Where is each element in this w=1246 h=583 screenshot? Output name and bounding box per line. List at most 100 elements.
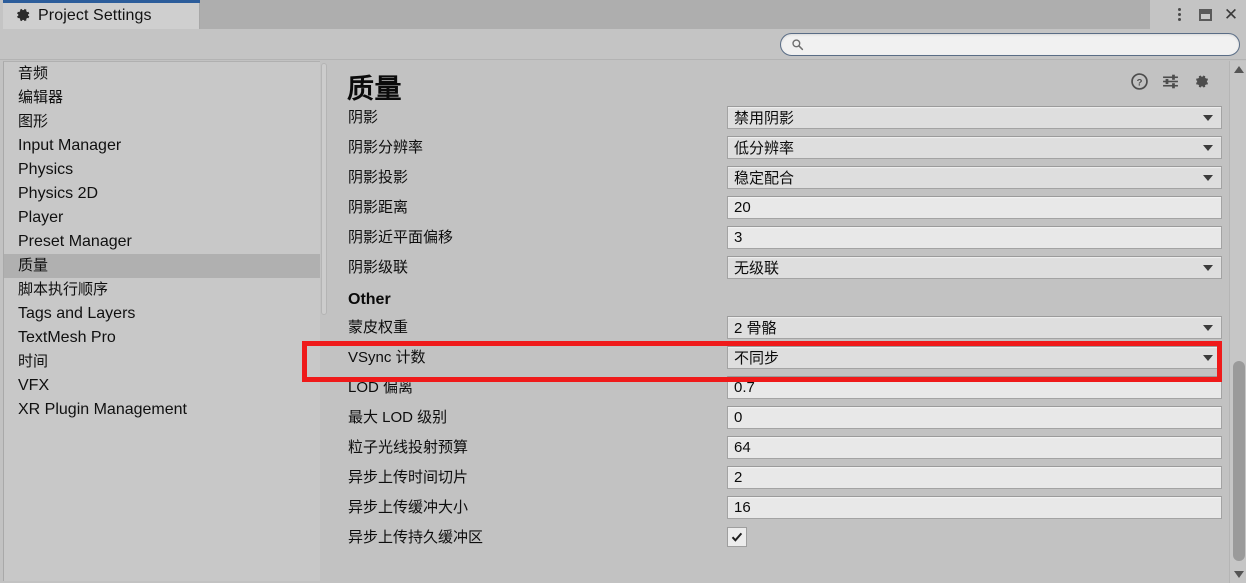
sidebar-scrollbar[interactable] bbox=[320, 61, 328, 581]
chevron-down-icon bbox=[1203, 144, 1213, 151]
content-scrollbar[interactable] bbox=[1229, 61, 1246, 583]
chevron-down-icon bbox=[1203, 264, 1213, 271]
row-skin-weights: 蒙皮权重 2 骨骼 bbox=[329, 313, 1246, 343]
gear-icon bbox=[17, 8, 30, 21]
sidebar-item-14[interactable]: XR Plugin Management bbox=[4, 398, 320, 422]
value-skin-weights: 2 骨骼 bbox=[734, 320, 777, 337]
row-async-upload-time-slice: 异步上传时间切片 2 bbox=[329, 463, 1246, 493]
row-async-upload-buffer-size: 异步上传缓冲大小 16 bbox=[329, 493, 1246, 523]
tab-active-accent bbox=[3, 0, 200, 3]
sidebar-item-0[interactable]: 音频 bbox=[4, 62, 320, 86]
row-lod-bias: LOD 偏离 0.7 bbox=[329, 373, 1246, 403]
label-particle-raycast-budget: 粒子光线投射预算 bbox=[348, 439, 469, 456]
sidebar-item-4[interactable]: Physics bbox=[4, 158, 320, 182]
field-skin-weights[interactable]: 2 骨骼 bbox=[727, 316, 1222, 339]
row-async-upload-persistent-buffer: 异步上传持久缓冲区 bbox=[329, 523, 1246, 553]
settings-gear-icon[interactable] bbox=[1193, 73, 1210, 90]
value-shadow-projection: 稳定配合 bbox=[734, 170, 795, 187]
search-box[interactable] bbox=[780, 33, 1240, 56]
chevron-down-icon bbox=[1203, 354, 1213, 361]
row-particle-raycast-budget: 粒子光线投射预算 64 bbox=[329, 433, 1246, 463]
chevron-down-icon bbox=[1203, 114, 1213, 121]
row-maximum-lod-level: 最大 LOD 级别 0 bbox=[329, 403, 1246, 433]
page-title: 质量 bbox=[347, 74, 402, 104]
field-shadow-cascades[interactable]: 无级联 bbox=[727, 256, 1222, 279]
value-async-upload-buffer-size: 16 bbox=[734, 499, 751, 516]
sidebar-scrollbar-thumb[interactable] bbox=[321, 63, 327, 315]
tab-label: Project Settings bbox=[38, 6, 152, 24]
row-shadow-distance: 阴影距离 20 bbox=[329, 193, 1246, 223]
checkbox-async-upload-persistent-buffer[interactable] bbox=[727, 527, 747, 547]
field-shadows[interactable]: 禁用阴影 bbox=[727, 106, 1222, 129]
field-shadow-distance[interactable]: 20 bbox=[727, 196, 1222, 219]
sidebar-item-2[interactable]: 图形 bbox=[4, 110, 320, 134]
value-vsync-count: 不同步 bbox=[734, 350, 780, 367]
field-shadow-resolution[interactable]: 低分辨率 bbox=[727, 136, 1222, 159]
content-scrollbar-thumb[interactable] bbox=[1233, 361, 1245, 561]
value-shadow-resolution: 低分辨率 bbox=[734, 140, 795, 157]
label-shadow-distance: 阴影距离 bbox=[348, 199, 409, 216]
label-shadow-projection: 阴影投影 bbox=[348, 169, 409, 186]
label-async-upload-buffer-size: 异步上传缓冲大小 bbox=[348, 499, 469, 516]
sidebar-item-10[interactable]: Tags and Layers bbox=[4, 302, 320, 326]
row-vsync-count: VSync 计数 不同步 bbox=[329, 343, 1246, 373]
settings-content: 质量 ? 阴影 禁用阴影 阴影分辨率 低分辨率 阴影投影 稳定配合 阴影距离 20 阴影近平面偏… bbox=[329, 61, 1246, 583]
restore-window-icon[interactable] bbox=[1192, 0, 1218, 29]
field-shadow-projection[interactable]: 稳定配合 bbox=[727, 166, 1222, 189]
settings-sidebar[interactable]: 音频 编辑器 图形 Input Manager Physics Physics 2D Pla… bbox=[3, 61, 320, 581]
field-vsync-count[interactable]: 不同步 bbox=[727, 346, 1222, 369]
label-async-upload-time-slice: 异步上传时间切片 bbox=[348, 469, 469, 486]
section-header-other-section: Other bbox=[348, 291, 391, 308]
help-icon[interactable]: ? bbox=[1131, 73, 1148, 90]
value-async-upload-time-slice: 2 bbox=[734, 469, 743, 486]
sidebar-item-1[interactable]: 编辑器 bbox=[4, 86, 320, 110]
content-header-icons: ? bbox=[1131, 73, 1210, 90]
row-shadows: 阴影 禁用阴影 bbox=[329, 103, 1246, 133]
field-async-upload-buffer-size[interactable]: 16 bbox=[727, 496, 1222, 519]
sidebar-item-8[interactable]: 质量 bbox=[4, 254, 320, 278]
value-lod-bias: 0.7 bbox=[734, 379, 755, 396]
label-shadow-cascades: 阴影级联 bbox=[348, 259, 409, 276]
sidebar-item-3[interactable]: Input Manager bbox=[4, 134, 320, 158]
sidebar-item-6[interactable]: Player bbox=[4, 206, 320, 230]
label-maximum-lod-level: 最大 LOD 级别 bbox=[348, 409, 448, 426]
row-shadow-near-plane-offset: 阴影近平面偏移 3 bbox=[329, 223, 1246, 253]
field-lod-bias[interactable]: 0.7 bbox=[727, 376, 1222, 399]
field-particle-raycast-budget[interactable]: 64 bbox=[727, 436, 1222, 459]
scroll-down-arrow-icon[interactable] bbox=[1230, 566, 1246, 583]
row-shadow-resolution: 阴影分辨率 低分辨率 bbox=[329, 133, 1246, 163]
chevron-down-icon bbox=[1203, 324, 1213, 331]
label-async-upload-persistent-buffer: 异步上传持久缓冲区 bbox=[348, 529, 484, 546]
label-shadow-near-plane-offset: 阴影近平面偏移 bbox=[348, 229, 454, 246]
tab-project-settings[interactable]: Project Settings bbox=[3, 0, 200, 29]
sidebar-item-9[interactable]: 脚本执行顺序 bbox=[4, 278, 320, 302]
chevron-down-icon bbox=[1203, 174, 1213, 181]
title-bar: Project Settings ✕ bbox=[0, 0, 1246, 29]
row-shadow-projection: 阴影投影 稳定配合 bbox=[329, 163, 1246, 193]
window-controls: ✕ bbox=[1166, 0, 1244, 29]
preset-icon[interactable] bbox=[1162, 73, 1179, 90]
value-shadow-near-plane-offset: 3 bbox=[734, 229, 743, 246]
field-shadow-near-plane-offset[interactable]: 3 bbox=[727, 226, 1222, 249]
label-shadows: 阴影 bbox=[348, 109, 379, 126]
sidebar-item-5[interactable]: Physics 2D bbox=[4, 182, 320, 206]
label-skin-weights: 蒙皮权重 bbox=[348, 319, 409, 336]
label-lod-bias: LOD 偏离 bbox=[348, 379, 414, 396]
value-particle-raycast-budget: 64 bbox=[734, 439, 751, 456]
sidebar-item-13[interactable]: VFX bbox=[4, 374, 320, 398]
scroll-up-arrow-icon[interactable] bbox=[1230, 61, 1246, 78]
value-shadow-distance: 20 bbox=[734, 199, 751, 216]
field-async-upload-time-slice[interactable]: 2 bbox=[727, 466, 1222, 489]
field-maximum-lod-level[interactable]: 0 bbox=[727, 406, 1222, 429]
search-input[interactable] bbox=[810, 35, 1220, 54]
svg-text:?: ? bbox=[1137, 77, 1143, 88]
close-icon[interactable]: ✕ bbox=[1218, 0, 1244, 29]
check-icon bbox=[731, 532, 743, 542]
sidebar-item-12[interactable]: 时间 bbox=[4, 350, 320, 374]
value-shadow-cascades: 无级联 bbox=[734, 260, 780, 277]
label-vsync-count: VSync 计数 bbox=[348, 349, 426, 366]
value-maximum-lod-level: 0 bbox=[734, 409, 743, 426]
kebab-menu-icon[interactable] bbox=[1166, 0, 1192, 29]
sidebar-item-11[interactable]: TextMesh Pro bbox=[4, 326, 320, 350]
sidebar-item-7[interactable]: Preset Manager bbox=[4, 230, 320, 254]
